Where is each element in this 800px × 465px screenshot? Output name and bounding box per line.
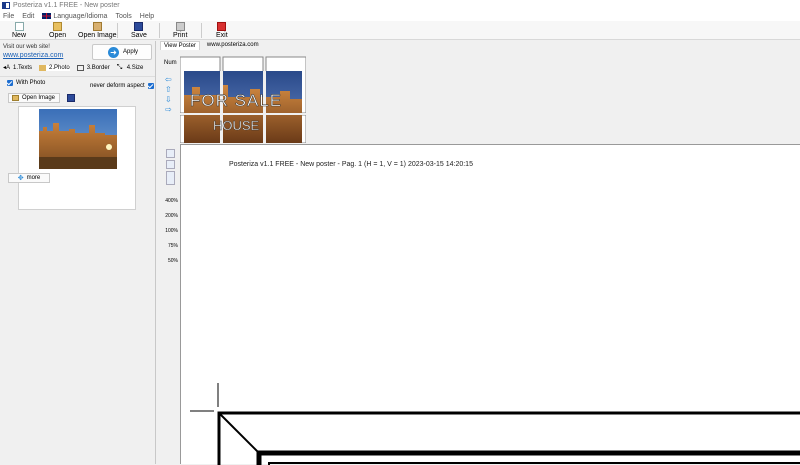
- arrow-up-icon[interactable]: ⇧: [165, 86, 173, 94]
- arrow-down-icon[interactable]: ⇩: [165, 96, 173, 104]
- toolbar-separator: [201, 23, 202, 38]
- tab-website[interactable]: www.posteriza.com: [204, 41, 262, 50]
- app-icon: [2, 2, 10, 9]
- photo-thumbnail: [18, 106, 136, 210]
- folder-icon: [53, 22, 63, 31]
- num-label: Num: [164, 60, 177, 66]
- tab-bar: ◂A 1.Texts 2.Photo 3.Border ⤡ 4.Size: [3, 64, 150, 71]
- divider: [0, 76, 155, 77]
- zoom-200[interactable]: 200%: [160, 209, 178, 224]
- poster-tiles: FOR SALE HOUSE: [179, 55, 307, 145]
- poster-subtitle-text: HOUSE: [213, 118, 260, 133]
- tab-border[interactable]: 3.Border: [76, 65, 110, 71]
- exit-button[interactable]: Exit: [216, 22, 228, 39]
- poster-title-text: FOR SALE: [190, 91, 283, 111]
- toolbar-separator: [159, 23, 160, 38]
- tab-texts[interactable]: ◂A 1.Texts: [3, 65, 32, 71]
- tab-size[interactable]: ⤡ 4.Size: [116, 64, 144, 71]
- menu-file[interactable]: File: [3, 13, 14, 20]
- border-icon: [76, 65, 84, 71]
- checkbox-checked-icon: [147, 83, 154, 89]
- save-button[interactable]: Save: [131, 22, 147, 39]
- floppy-disk-icon: [134, 22, 144, 31]
- crop-marks: [190, 383, 800, 465]
- window-title: Posteriza v1.1 FREE - New poster: [13, 2, 120, 9]
- tab-view-poster[interactable]: View Poster: [160, 41, 200, 50]
- move-icon: ✥: [17, 175, 24, 182]
- apply-button[interactable]: ➜ Apply: [92, 44, 152, 60]
- page-view-icon[interactable]: [165, 149, 175, 158]
- navigation-arrows: ⇦ ⇧ ⇩ ⇨: [165, 76, 173, 116]
- checkbox-checked-icon: [7, 80, 13, 86]
- uk-flag-icon: [42, 13, 52, 19]
- title-bar: Posteriza v1.1 FREE - New poster: [0, 0, 800, 11]
- fit-page-icon[interactable]: [165, 171, 175, 185]
- zoom-50[interactable]: 50%: [160, 254, 178, 269]
- tab-photo[interactable]: 2.Photo: [39, 65, 70, 71]
- arrow-left-icon[interactable]: ⇦: [165, 76, 173, 84]
- open-image-button[interactable]: Open Image: [78, 22, 117, 39]
- left-panel: Visit our web site! www.posteriza.com ➜ …: [0, 41, 156, 464]
- printer-icon: [175, 22, 185, 31]
- never-deform-checkbox[interactable]: never deform aspect: [90, 83, 154, 89]
- print-button[interactable]: Print: [173, 22, 187, 39]
- menu-tools[interactable]: Tools: [115, 13, 131, 20]
- image-folder-icon: [92, 22, 102, 31]
- zoom-400[interactable]: 400%: [160, 194, 178, 209]
- menu-language[interactable]: Language/Idioma: [42, 13, 107, 20]
- castle-photo: [39, 109, 117, 169]
- view-tabs: View Poster www.posteriza.com: [160, 41, 266, 50]
- text-size-icon: ◂A: [3, 65, 11, 71]
- poster-view-area: Num ⇦ ⇧ ⇩ ⇨ FOR SALE HOUSE 400% 200% 100…: [160, 51, 800, 465]
- folder-icon: [12, 95, 19, 101]
- visit-text: Visit our web site!: [3, 44, 50, 50]
- arrow-right-icon[interactable]: ⇨: [165, 106, 173, 114]
- website-link[interactable]: www.posteriza.com: [3, 52, 63, 59]
- toolbar-separator: [117, 23, 118, 38]
- floppy-disk-icon[interactable]: [67, 94, 75, 102]
- menu-bar: File Edit Language/Idioma Tools Help: [0, 11, 800, 21]
- toolbar: New Open Open Image Save Print Exit: [0, 21, 800, 40]
- open-button[interactable]: Open: [49, 22, 66, 39]
- zoom-levels: 400% 200% 100% 75% 50%: [160, 194, 178, 269]
- open-image-button-panel[interactable]: Open Image: [8, 93, 60, 103]
- view-mode-buttons: [164, 149, 176, 187]
- fit-width-icon[interactable]: [165, 160, 175, 169]
- more-button[interactable]: ✥ more: [8, 173, 50, 183]
- menu-edit[interactable]: Edit: [22, 13, 34, 20]
- with-photo-checkbox[interactable]: With Photo: [7, 80, 45, 86]
- menu-help[interactable]: Help: [140, 13, 154, 20]
- photo-icon: [39, 65, 47, 71]
- arrow-right-icon: ➜: [108, 47, 119, 58]
- zoom-75[interactable]: 75%: [160, 239, 178, 254]
- exit-icon: [217, 22, 227, 31]
- new-document-icon: [14, 22, 24, 31]
- zoom-100[interactable]: 100%: [160, 224, 178, 239]
- print-preview-page: Posteriza v1.1 FREE - New poster - Pag. …: [180, 144, 800, 465]
- new-button[interactable]: New: [12, 22, 26, 39]
- resize-icon: ⤡: [116, 64, 123, 71]
